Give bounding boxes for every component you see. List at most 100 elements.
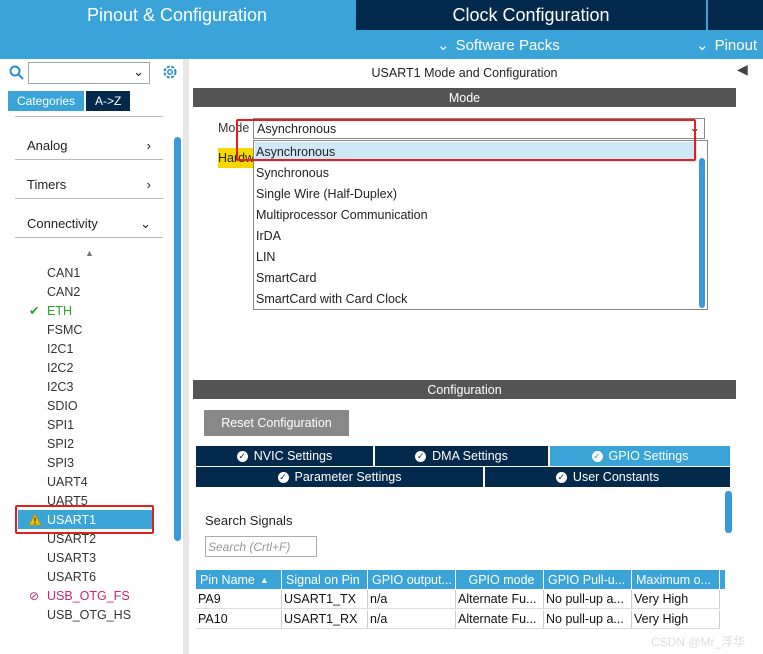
header-label: Mode [448, 90, 481, 105]
tab-dma-settings[interactable]: ✓ DMA Settings [375, 446, 548, 466]
tab-gpio-settings[interactable]: ✓ GPIO Settings [550, 446, 730, 466]
category-analog[interactable]: Analog › [15, 132, 163, 160]
peripheral-label: ETH [47, 303, 72, 318]
tab-clock-configuration[interactable]: Clock Configuration [356, 0, 706, 30]
peripheral-label: I2C2 [47, 360, 74, 375]
check-icon: ✓ [277, 471, 289, 483]
tab-categories[interactable]: Categories [8, 91, 85, 111]
option-irda[interactable]: IrDA [256, 226, 281, 246]
check-icon: ✓ [555, 471, 567, 483]
option-smartcard[interactable]: SmartCard [256, 268, 316, 288]
peripheral-label: FSMC [47, 322, 83, 337]
cell-gpio-pull: No pull-up a... [544, 610, 632, 629]
outer-scrollbar[interactable]: ◀ [737, 59, 763, 654]
peripheral-label: SPI3 [47, 455, 75, 470]
category-divider [15, 111, 163, 117]
column-header-gpio-pull[interactable]: GPIO Pull-u... [544, 570, 632, 589]
column-header-gpio-mode[interactable]: GPIO mode [456, 570, 544, 589]
category-search-input[interactable]: ⌄ [28, 62, 150, 84]
tab-pinout-configuration[interactable]: Pinout & Configuration [0, 0, 354, 30]
check-icon: ✓ [415, 450, 427, 462]
option-synchronous[interactable]: Synchronous [256, 163, 329, 183]
mode-header: Mode [193, 88, 736, 107]
column-header-signal[interactable]: Signal on Pin [282, 570, 368, 589]
tab-label: DMA Settings [432, 449, 508, 463]
config-scrollbar[interactable] [725, 491, 732, 533]
tab-label: User Constants [572, 470, 660, 484]
column-header-maximum-output[interactable]: Maximum o... [632, 570, 720, 589]
column-header-gpio-output[interactable]: GPIO output... [368, 570, 456, 589]
tab-label: Pinout & Configuration [86, 4, 268, 25]
column-label: Signal on Pin [286, 572, 360, 587]
category-connectivity[interactable]: Connectivity ⌄ [15, 210, 163, 238]
highlight-box-usart1 [15, 505, 154, 534]
gear-icon[interactable] [161, 63, 179, 81]
column-label: GPIO Pull-u... [548, 572, 626, 587]
option-label: Single Wire (Half-Duplex) [256, 187, 398, 201]
column-label: GPIO output... [372, 572, 452, 587]
category-label: Timers [27, 177, 67, 192]
cell-max-output: Very High [632, 610, 720, 629]
option-lin[interactable]: LIN [256, 247, 275, 267]
cell-max-output: Very High [632, 590, 720, 609]
cell-gpio-output: n/a [368, 590, 456, 609]
option-label: Synchronous [256, 166, 329, 180]
left-panel-divider[interactable] [183, 59, 189, 654]
check-icon: ✓ [236, 450, 248, 462]
peripheral-label: USB_OTG_HS [47, 607, 132, 622]
peripheral-label: SPI2 [47, 436, 75, 451]
reset-configuration-button[interactable]: Reset Configuration [204, 410, 349, 436]
collapse-icon[interactable]: ◀ [737, 61, 748, 78]
tab-user-constants[interactable]: ✓ User Constants [485, 467, 730, 487]
peripheral-label: CAN1 [47, 265, 81, 280]
check-icon: ✔ [29, 304, 40, 318]
peripheral-label: SDIO [47, 398, 78, 413]
tab-label: Parameter Settings [294, 470, 402, 484]
tab-label: GPIO Settings [608, 449, 689, 463]
sort-icon[interactable]: ▲ [85, 248, 94, 258]
peripheral-label: SPI1 [47, 417, 75, 432]
header-label: Configuration [427, 382, 502, 397]
chevron-right-icon: › [146, 138, 151, 153]
software-packs-menu[interactable]: ⌄ Software Packs [437, 33, 560, 57]
dropdown-scrollbar[interactable] [699, 158, 705, 308]
option-label: SmartCard [256, 271, 317, 285]
search-icon[interactable] [9, 65, 24, 80]
tab-more[interactable] [708, 0, 763, 30]
button-label: Reset Configuration [221, 416, 332, 430]
option-smartcard-clock[interactable]: SmartCard with Card Clock [256, 289, 407, 309]
tab-a-z[interactable]: A->Z [86, 91, 131, 111]
pinout-menu[interactable]: ⌄ Pinout [696, 33, 757, 57]
category-timers[interactable]: Timers › [15, 171, 163, 199]
check-icon: ✓ [591, 450, 603, 462]
tab-nvic-settings[interactable]: ✓ NVIC Settings [196, 446, 373, 466]
option-multiprocessor[interactable]: Multiprocessor Communication [256, 205, 428, 225]
highlight-box-mode [236, 119, 696, 161]
watermark: CSDN @Mr_浮华 [651, 635, 746, 649]
column-label: GPIO mode [468, 572, 535, 587]
tab-label: Clock Configuration [452, 4, 610, 25]
option-label: LIN [256, 250, 276, 264]
peripheral-label: USB_OTG_FS [47, 588, 130, 603]
column-header-extra [720, 570, 726, 589]
peripheral-label: CAN2 [47, 284, 81, 299]
tab-parameter-settings[interactable]: ✓ Parameter Settings [196, 467, 483, 487]
peripheral-label: I2C3 [47, 379, 74, 394]
column-header-pin-name[interactable]: Pin Name ▲ [196, 570, 282, 589]
option-single-wire[interactable]: Single Wire (Half-Duplex) [256, 184, 397, 204]
cell-gpio-pull: No pull-up a... [544, 590, 632, 609]
cell-gpio-mode: Alternate Fu... [456, 590, 544, 609]
cell-signal: USART1_RX [282, 610, 368, 629]
chevron-right-icon: › [146, 177, 151, 192]
category-tabs: Categories A->Z [8, 91, 131, 111]
category-label: Connectivity [27, 216, 98, 231]
search-signals-input[interactable]: Search (Crtl+F) [205, 536, 317, 557]
left-scrollbar[interactable] [174, 137, 181, 541]
mode-dropdown-list: Asynchronous Synchronous Single Wire (Ha… [253, 140, 708, 310]
category-label: Analog [27, 138, 68, 153]
disabled-icon: ⊘ [29, 588, 40, 603]
tab-label: Categories [17, 94, 76, 108]
column-label: Pin Name [200, 572, 255, 587]
menu-label: Pinout [714, 36, 758, 54]
sort-icon: ▲ [259, 574, 269, 585]
